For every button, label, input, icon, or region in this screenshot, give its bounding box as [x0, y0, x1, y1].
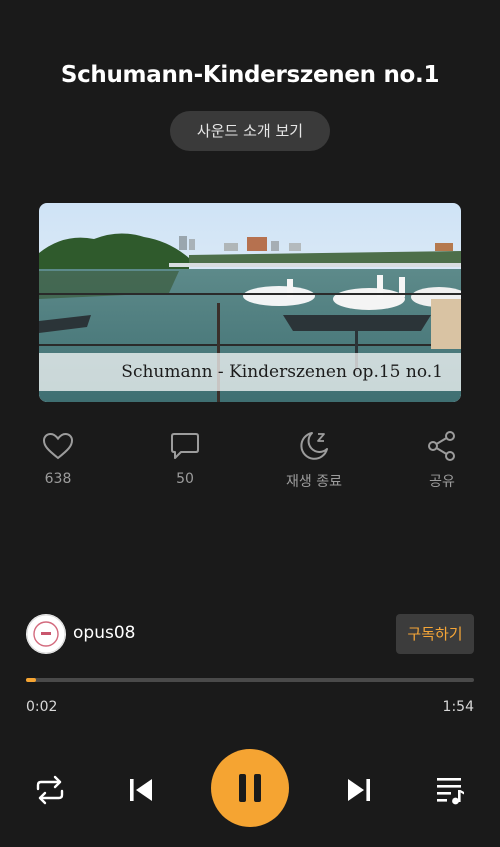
progress-bar[interactable]: [26, 678, 474, 682]
track-title: Schumann-Kinderszenen no.1: [60, 62, 440, 88]
share-button[interactable]: 공유: [397, 428, 487, 491]
total-time: 1:54: [442, 699, 474, 715]
previous-button[interactable]: [121, 770, 161, 810]
cover-caption: Schumann - Kinderszenen op.15 no.1: [39, 353, 461, 391]
like-count: 638: [44, 471, 72, 487]
sound-intro-button[interactable]: 사운드 소개 보기: [170, 111, 330, 151]
skip-previous-icon: [130, 779, 152, 801]
repeat-button[interactable]: [30, 770, 70, 810]
share-icon: [397, 428, 487, 464]
channel-row: opus08 구독하기: [26, 614, 474, 656]
playlist-button[interactable]: [430, 770, 470, 810]
sleep-timer-label: 재생 종료: [286, 474, 342, 490]
comment-icon: [140, 428, 230, 464]
subscribe-button[interactable]: 구독하기: [396, 614, 474, 654]
repeat-icon: [36, 775, 64, 805]
heart-icon: [13, 428, 103, 464]
comment-button[interactable]: 50: [140, 428, 230, 487]
sleep-timer-icon: [269, 428, 359, 464]
album-cover: Schumann - Kinderszenen op.15 no.1: [39, 203, 461, 402]
current-time: 0:02: [26, 699, 58, 715]
channel-avatar[interactable]: [26, 614, 66, 654]
sleep-timer-button[interactable]: 재생 종료: [269, 428, 359, 491]
comment-count: 50: [176, 471, 194, 487]
like-button[interactable]: 638: [13, 428, 103, 487]
progress-fill: [26, 678, 36, 682]
pause-icon: [239, 774, 261, 802]
playlist-icon: [437, 778, 464, 805]
share-label: 공유: [429, 474, 455, 490]
next-button[interactable]: [339, 770, 379, 810]
action-bar: 638 50 재생 종료 공유: [0, 428, 500, 498]
play-pause-button[interactable]: [211, 749, 289, 827]
skip-next-icon: [348, 779, 370, 801]
channel-name[interactable]: opus08: [73, 623, 135, 643]
